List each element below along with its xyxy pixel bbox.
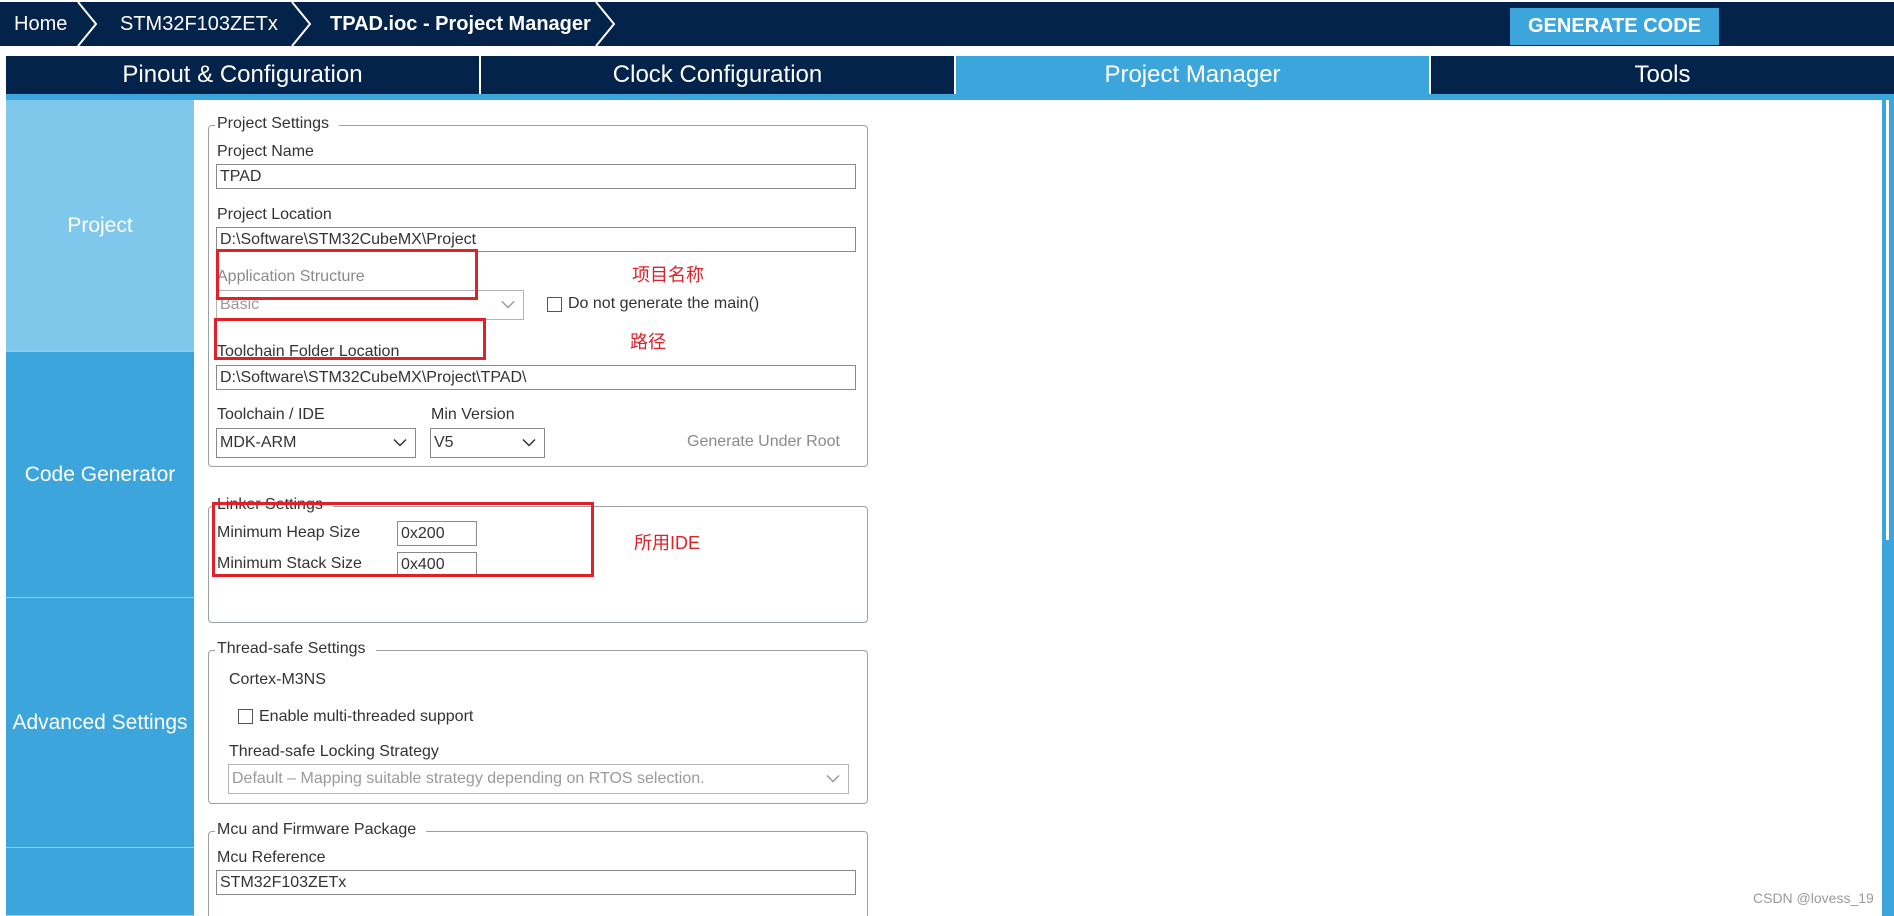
project-location-label: Project Location [217,206,332,223]
chevron-right-icon [595,2,616,46]
breadcrumb-mcu[interactable]: STM32F103ZETx [120,2,278,46]
min-version-select[interactable]: V5 [430,428,545,458]
tab-clock-configuration[interactable]: Clock Configuration [481,56,956,94]
side-nav-project[interactable]: Project [6,100,194,352]
thread-safe-settings-group: Thread-safe Settings Cortex-M3NS Enable … [208,640,868,804]
watermark: CSDN @lovess_19 [1753,890,1874,906]
heap-size-label: Minimum Heap Size [217,524,361,541]
heap-size-input[interactable]: 0x200 [397,521,477,546]
generate-under-root-label: Generate Under Root [687,433,840,450]
project-settings-group: Project Settings Project Name TPAD Proje… [208,115,868,467]
toolchain-folder-input[interactable]: D:\Software\STM32CubeMX\Project\TPAD\ [216,365,856,390]
side-nav: Project Code Generator Advanced Settings [6,100,194,916]
tab-pinout-configuration[interactable]: Pinout & Configuration [6,56,481,94]
multithread-checkbox[interactable] [238,709,253,724]
no-main-label: Do not generate the main() [568,295,760,312]
group-legend: Linker Settings [215,496,333,514]
chevron-right-icon [291,2,312,46]
toolchain-folder-label: Toolchain Folder Location [217,343,400,360]
app-structure-select[interactable]: Basic [216,290,524,320]
main-tabs: Pinout & Configuration Clock Configurati… [6,56,1894,94]
annotation-note-ide: 所用IDE [634,533,701,553]
mcu-reference-input[interactable]: STM32F103ZETx [216,870,856,895]
core-label: Cortex-M3NS [229,671,326,688]
project-name-input[interactable]: TPAD [216,164,856,189]
toolchain-ide-value: MDK-ARM [220,434,297,451]
locking-strategy-label: Thread-safe Locking Strategy [229,743,439,760]
chevron-right-icon [77,2,98,46]
side-nav-advanced-settings[interactable]: Advanced Settings [6,598,194,848]
project-name-label: Project Name [217,143,314,160]
project-manager-content: Project Settings Project Name TPAD Proje… [194,100,1882,916]
min-version-label: Min Version [431,406,515,423]
side-nav-other[interactable] [6,848,194,916]
multithread-label: Enable multi-threaded support [259,708,474,725]
locking-strategy-value: Default – Mapping suitable strategy depe… [232,770,705,787]
mcu-reference-label: Mcu Reference [217,849,326,866]
annotation-note-project-name: 项目名称 [632,265,704,285]
side-nav-code-generator[interactable]: Code Generator [6,352,194,598]
min-version-value: V5 [434,434,454,451]
chevron-down-icon [522,438,536,447]
chevron-down-icon [501,300,515,309]
project-location-input[interactable]: D:\Software\STM32CubeMX\Project [216,227,856,252]
linker-settings-group: Linker Settings Minimum Heap Size 0x200 … [208,496,868,623]
locking-strategy-select[interactable]: Default – Mapping suitable strategy depe… [228,764,849,794]
toolchain-ide-label: Toolchain / IDE [217,406,325,423]
generate-code-button[interactable]: GENERATE CODE [1510,8,1719,45]
group-legend: Mcu and Firmware Package [215,821,427,839]
stack-size-input[interactable]: 0x400 [397,552,477,577]
breadcrumb-home[interactable]: Home [14,2,67,46]
breadcrumb: Home STM32F103ZETx TPAD.ioc - Project Ma… [0,2,1894,46]
mcu-firmware-group: Mcu and Firmware Package Mcu Reference S… [208,821,868,916]
top-bar: Home STM32F103ZETx TPAD.ioc - Project Ma… [0,0,1894,48]
chevron-down-icon [393,438,407,447]
group-legend: Thread-safe Settings [215,640,376,658]
stack-size-label: Minimum Stack Size [217,555,362,572]
tab-project-manager[interactable]: Project Manager [956,56,1431,94]
app-structure-value: Basic [220,296,260,313]
chevron-down-icon [826,774,840,783]
no-main-checkbox[interactable] [547,297,562,312]
breadcrumb-current: TPAD.ioc - Project Manager [330,12,591,35]
annotation-note-path: 路径 [630,332,666,352]
scrollbar-thumb[interactable] [1886,100,1889,540]
toolchain-ide-select[interactable]: MDK-ARM [216,428,416,458]
app-structure-label: Application Structure [217,268,365,285]
tab-tools[interactable]: Tools [1431,56,1894,94]
group-legend: Project Settings [215,115,340,133]
